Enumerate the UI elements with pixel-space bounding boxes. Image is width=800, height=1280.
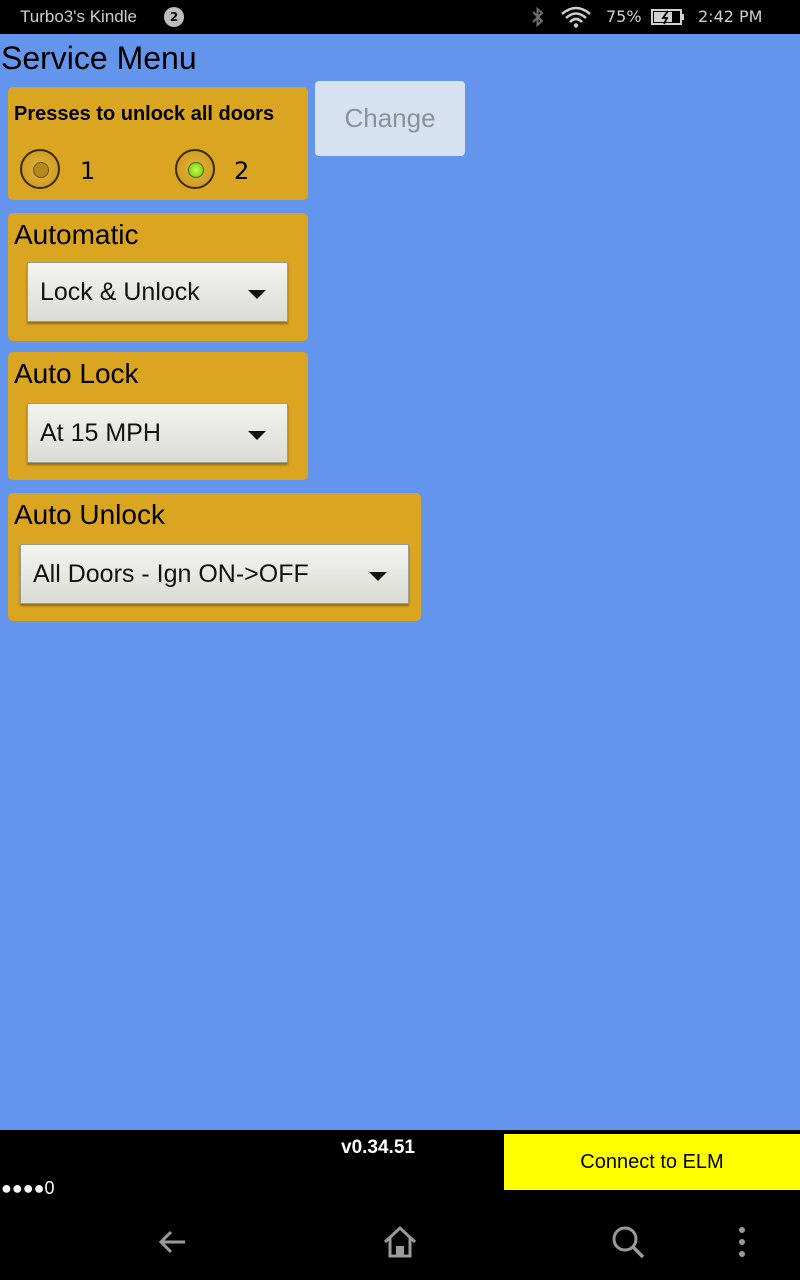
auto-lock-heading: Auto Lock [14, 358, 139, 389]
more-options-icon[interactable] [722, 1222, 762, 1262]
auto-lock-panel: Auto Lock At 15 MPH [8, 352, 308, 480]
connect-elm-button[interactable]: Connect to ELM [504, 1134, 800, 1190]
navigation-bar [0, 1202, 800, 1280]
change-button[interactable]: Change [315, 81, 465, 156]
auto-unlock-heading: Auto Unlock [14, 499, 165, 530]
radio-presses-2[interactable] [175, 149, 215, 189]
battery-charging-icon [651, 9, 684, 25]
info-bar: v0.34.51 ●●●●0 Connect to ELM [0, 1130, 800, 1202]
version-label: v0.34.51 [341, 1137, 415, 1158]
bluetooth-icon [532, 6, 544, 28]
chevron-down-icon [248, 290, 266, 299]
search-icon[interactable] [608, 1222, 648, 1262]
automatic-dropdown[interactable]: Lock & Unlock [27, 262, 288, 322]
radio-label-1: 1 [80, 157, 96, 185]
device-name: Turbo3's Kindle [20, 7, 137, 26]
radio-selected-icon [188, 162, 204, 178]
automatic-heading: Automatic [14, 219, 139, 250]
clock: 2:42 PM [698, 7, 763, 26]
status-bar: Turbo3's Kindle 2 75% 2:42 PM [0, 0, 800, 34]
auto-lock-dropdown[interactable]: At 15 MPH [27, 403, 288, 463]
auto-unlock-dropdown[interactable]: All Doors - Ign ON->OFF [20, 544, 409, 604]
battery-percent: 75% [606, 7, 642, 26]
radio-indicator-icon [33, 162, 49, 178]
radio-label-2: 2 [234, 157, 250, 185]
auto-unlock-selected-value: All Doors - Ign ON->OFF [33, 560, 309, 588]
notification-badge[interactable]: 2 [164, 7, 184, 27]
connection-status: ●●●●0 [1, 1178, 55, 1198]
auto-lock-selected-value: At 15 MPH [40, 419, 161, 447]
radio-presses-1[interactable] [20, 149, 60, 189]
auto-unlock-panel: Auto Unlock All Doors - Ign ON->OFF [8, 493, 421, 621]
presses-heading: Presses to unlock all doors [14, 103, 275, 125]
presses-panel: Presses to unlock all doors 1 2 [8, 87, 308, 200]
wifi-icon [561, 6, 591, 28]
automatic-selected-value: Lock & Unlock [40, 278, 200, 306]
page-title: Service Menu [1, 40, 197, 76]
chevron-down-icon [248, 431, 266, 440]
back-icon[interactable] [153, 1222, 193, 1262]
home-icon[interactable] [380, 1222, 420, 1262]
chevron-down-icon [369, 572, 387, 581]
automatic-panel: Automatic Lock & Unlock [8, 213, 308, 341]
